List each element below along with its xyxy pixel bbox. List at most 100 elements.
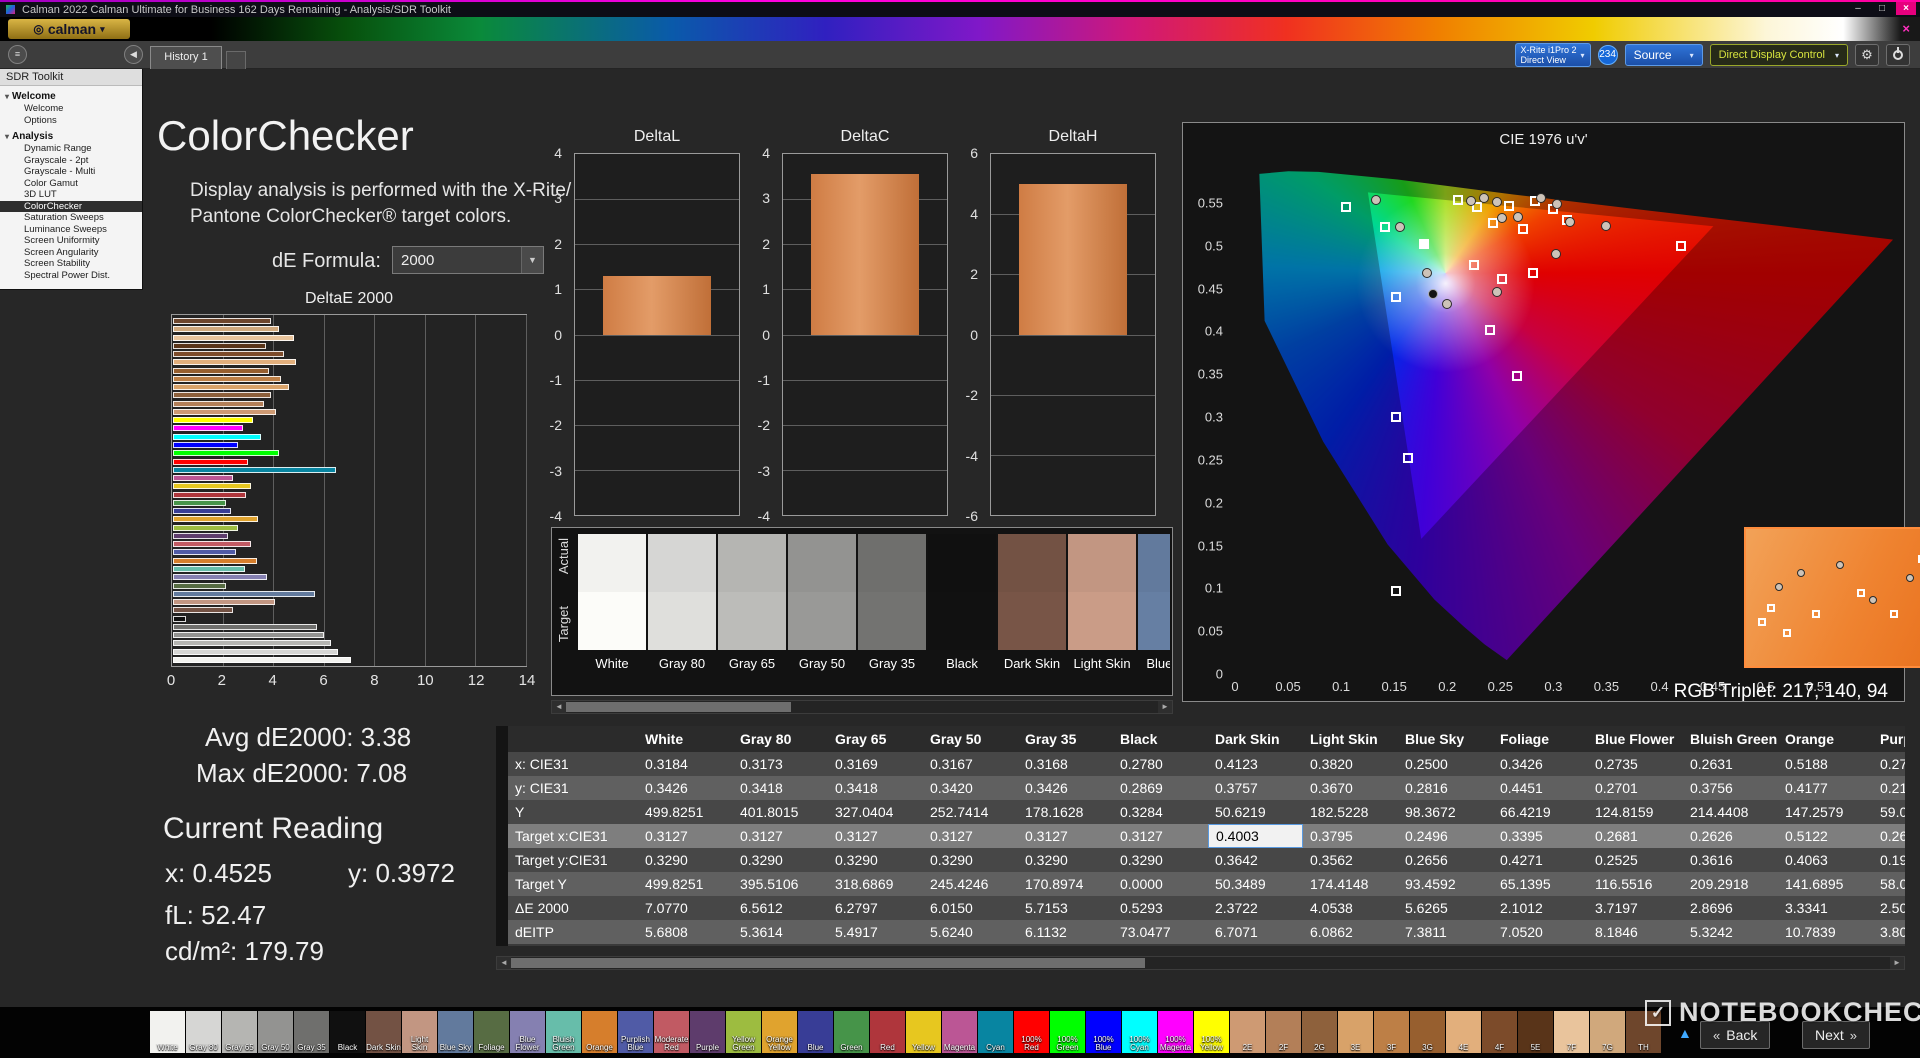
- table-cell[interactable]: 0.3290: [1018, 848, 1113, 872]
- tree-section-header-analysis[interactable]: ▾ Analysis: [0, 129, 142, 143]
- strip-swatch-4e[interactable]: 4E: [1446, 1011, 1481, 1053]
- viewer-scrollbar[interactable]: ◄ ►: [551, 700, 1173, 714]
- table-cell[interactable]: 93.4592: [1398, 872, 1493, 896]
- table-cell[interactable]: 0.3127: [828, 824, 923, 848]
- table-cell[interactable]: 0.3184: [638, 752, 733, 776]
- settings-button[interactable]: ⚙: [1855, 44, 1879, 66]
- strip-swatch-100-yellow[interactable]: 100% Yellow: [1194, 1011, 1229, 1053]
- viewer-swatch-gray-65[interactable]: Gray 65: [718, 534, 786, 693]
- table-cell[interactable]: 245.4246: [923, 872, 1018, 896]
- table-cell[interactable]: 252.7414: [923, 800, 1018, 824]
- table-cell[interactable]: 209.2918: [1683, 872, 1778, 896]
- table-cell[interactable]: 0.2525: [1588, 848, 1683, 872]
- table-cell[interactable]: 5.3242: [1683, 920, 1778, 944]
- strip-swatch-dark-skin[interactable]: Dark Skin: [366, 1011, 401, 1053]
- table-cell[interactable]: 5.6240: [923, 920, 1018, 944]
- panel-menu-button[interactable]: ≡: [8, 45, 27, 64]
- table-cell[interactable]: 170.8974: [1018, 872, 1113, 896]
- table-cell[interactable]: 0.3757: [1208, 776, 1303, 800]
- strip-swatch-100-cyan[interactable]: 100% Cyan: [1122, 1011, 1157, 1053]
- viewer-swatch-light-skin[interactable]: Light Skin: [1068, 534, 1136, 693]
- strip-swatch-3g[interactable]: 3G: [1410, 1011, 1445, 1053]
- strip-swatch-3f[interactable]: 3F: [1374, 1011, 1409, 1053]
- table-cell[interactable]: 3.7197: [1588, 896, 1683, 920]
- scrollbar-track[interactable]: [511, 957, 1890, 969]
- viewer-swatch-blue-sky[interactable]: Blue Sky: [1138, 534, 1170, 693]
- sidebar-item-colorchecker[interactable]: ColorChecker: [0, 200, 142, 212]
- strip-swatch-7f[interactable]: 7F: [1554, 1011, 1589, 1053]
- strip-swatch-orange-yellow[interactable]: Orange Yellow: [762, 1011, 797, 1053]
- strip-swatch-orange[interactable]: Orange: [582, 1011, 617, 1053]
- table-cell[interactable]: 0.4177: [1778, 776, 1873, 800]
- sidebar-item-saturation-sweeps[interactable]: Saturation Sweeps: [0, 212, 142, 224]
- table-cell[interactable]: 0.3418: [733, 776, 828, 800]
- table-cell[interactable]: 0.2816: [1398, 776, 1493, 800]
- strip-swatch-bluish-green[interactable]: Bluish Green: [546, 1011, 581, 1053]
- sidebar-item-color-gamut[interactable]: Color Gamut: [0, 178, 142, 190]
- strip-swatch-blue[interactable]: Blue: [798, 1011, 833, 1053]
- table-cell[interactable]: 178.1628: [1018, 800, 1113, 824]
- table-cell[interactable]: 0.3395: [1493, 824, 1588, 848]
- scroll-left-icon[interactable]: ◄: [497, 957, 511, 969]
- strip-swatch-white[interactable]: White: [150, 1011, 185, 1053]
- strip-swatch-100-magenta[interactable]: 100% Magenta: [1158, 1011, 1193, 1053]
- strip-swatch-blue-sky[interactable]: Blue Sky: [438, 1011, 473, 1053]
- table-cell[interactable]: 6.2797: [828, 896, 923, 920]
- table-cell[interactable]: 395.5106: [733, 872, 828, 896]
- sidebar-item-grayscale-2pt[interactable]: Grayscale - 2pt: [0, 155, 142, 167]
- table-cell[interactable]: 0.3290: [638, 848, 733, 872]
- tab-history-1[interactable]: History 1: [150, 46, 222, 69]
- table-cell[interactable]: 0.3290: [733, 848, 828, 872]
- table-cell[interactable]: 0.3284: [1113, 800, 1208, 824]
- strip-swatch-5e[interactable]: 5E: [1518, 1011, 1553, 1053]
- strip-swatch-yellow-green[interactable]: Yellow Green: [726, 1011, 761, 1053]
- sidebar-item-luminance-sweeps[interactable]: Luminance Sweeps: [0, 224, 142, 236]
- table-cell[interactable]: 147.2579: [1778, 800, 1873, 824]
- table-cell[interactable]: 0.3127: [923, 824, 1018, 848]
- strip-swatch-moderate-red[interactable]: Moderate Red: [654, 1011, 689, 1053]
- sidebar-item-screen-uniformity[interactable]: Screen Uniformity: [0, 235, 142, 247]
- strip-swatch-green[interactable]: Green: [834, 1011, 869, 1053]
- meter-dropdown[interactable]: X-Rite i1Pro 2 Direct View ▾: [1514, 43, 1591, 67]
- tree-section-header-welcome[interactable]: ▾ Welcome: [0, 89, 142, 103]
- table-cell[interactable]: 0.3127: [733, 824, 828, 848]
- table-cell[interactable]: 0.3127: [1113, 824, 1208, 848]
- sidebar-item-welcome[interactable]: Welcome: [0, 103, 142, 115]
- strip-swatch-gray-35[interactable]: Gray 35: [294, 1011, 329, 1053]
- table-cell[interactable]: 0.4003: [1208, 824, 1303, 848]
- strip-swatch-red[interactable]: Red: [870, 1011, 905, 1053]
- table-cell[interactable]: 0.3426: [1018, 776, 1113, 800]
- strip-swatch-100-green[interactable]: 100% Green: [1050, 1011, 1085, 1053]
- source-dropdown[interactable]: Source ▾: [1624, 44, 1703, 66]
- scroll-right-icon[interactable]: ►: [1890, 957, 1904, 969]
- minimize-button[interactable]: –: [1848, 2, 1868, 15]
- table-cell[interactable]: 0.3670: [1303, 776, 1398, 800]
- table-cell[interactable]: 0.3167: [923, 752, 1018, 776]
- strip-swatch-blue-flower[interactable]: Blue Flower: [510, 1011, 545, 1053]
- strip-swatch-light-skin[interactable]: Light Skin: [402, 1011, 437, 1053]
- table-cell[interactable]: 58.0000: [1873, 872, 1905, 896]
- table-cell[interactable]: 0.3426: [638, 776, 733, 800]
- table-cell[interactable]: 7.0520: [1493, 920, 1588, 944]
- table-cell[interactable]: 6.0150: [923, 896, 1018, 920]
- table-cell[interactable]: 499.8251: [638, 872, 733, 896]
- table-cell[interactable]: 0.3173: [733, 752, 828, 776]
- table-cell[interactable]: 141.6895: [1778, 872, 1873, 896]
- strip-swatch-100-blue[interactable]: 100% Blue: [1086, 1011, 1121, 1053]
- table-scrollbar[interactable]: ◄ ►: [496, 956, 1905, 970]
- sidebar-item-screen-stability[interactable]: Screen Stability: [0, 258, 142, 270]
- strip-swatch-7g[interactable]: 7G: [1590, 1011, 1625, 1053]
- table-cell[interactable]: 6.7071: [1208, 920, 1303, 944]
- table-cell[interactable]: 4.0538: [1303, 896, 1398, 920]
- table-cell[interactable]: 5.3614: [733, 920, 828, 944]
- table-cell[interactable]: 0.2700: [1873, 752, 1905, 776]
- strip-swatch-yellow[interactable]: Yellow: [906, 1011, 941, 1053]
- table-cell[interactable]: 0.2656: [1398, 848, 1493, 872]
- table-cell[interactable]: 0.2681: [1588, 824, 1683, 848]
- table-cell[interactable]: 50.6219: [1208, 800, 1303, 824]
- strip-swatch-purplish-blue[interactable]: Purplish Blue: [618, 1011, 653, 1053]
- table-cell[interactable]: 182.5228: [1303, 800, 1398, 824]
- sidebar-item-3d-lut[interactable]: 3D LUT: [0, 189, 142, 201]
- table-cell[interactable]: 0.2735: [1588, 752, 1683, 776]
- table-cell[interactable]: 0.3127: [638, 824, 733, 848]
